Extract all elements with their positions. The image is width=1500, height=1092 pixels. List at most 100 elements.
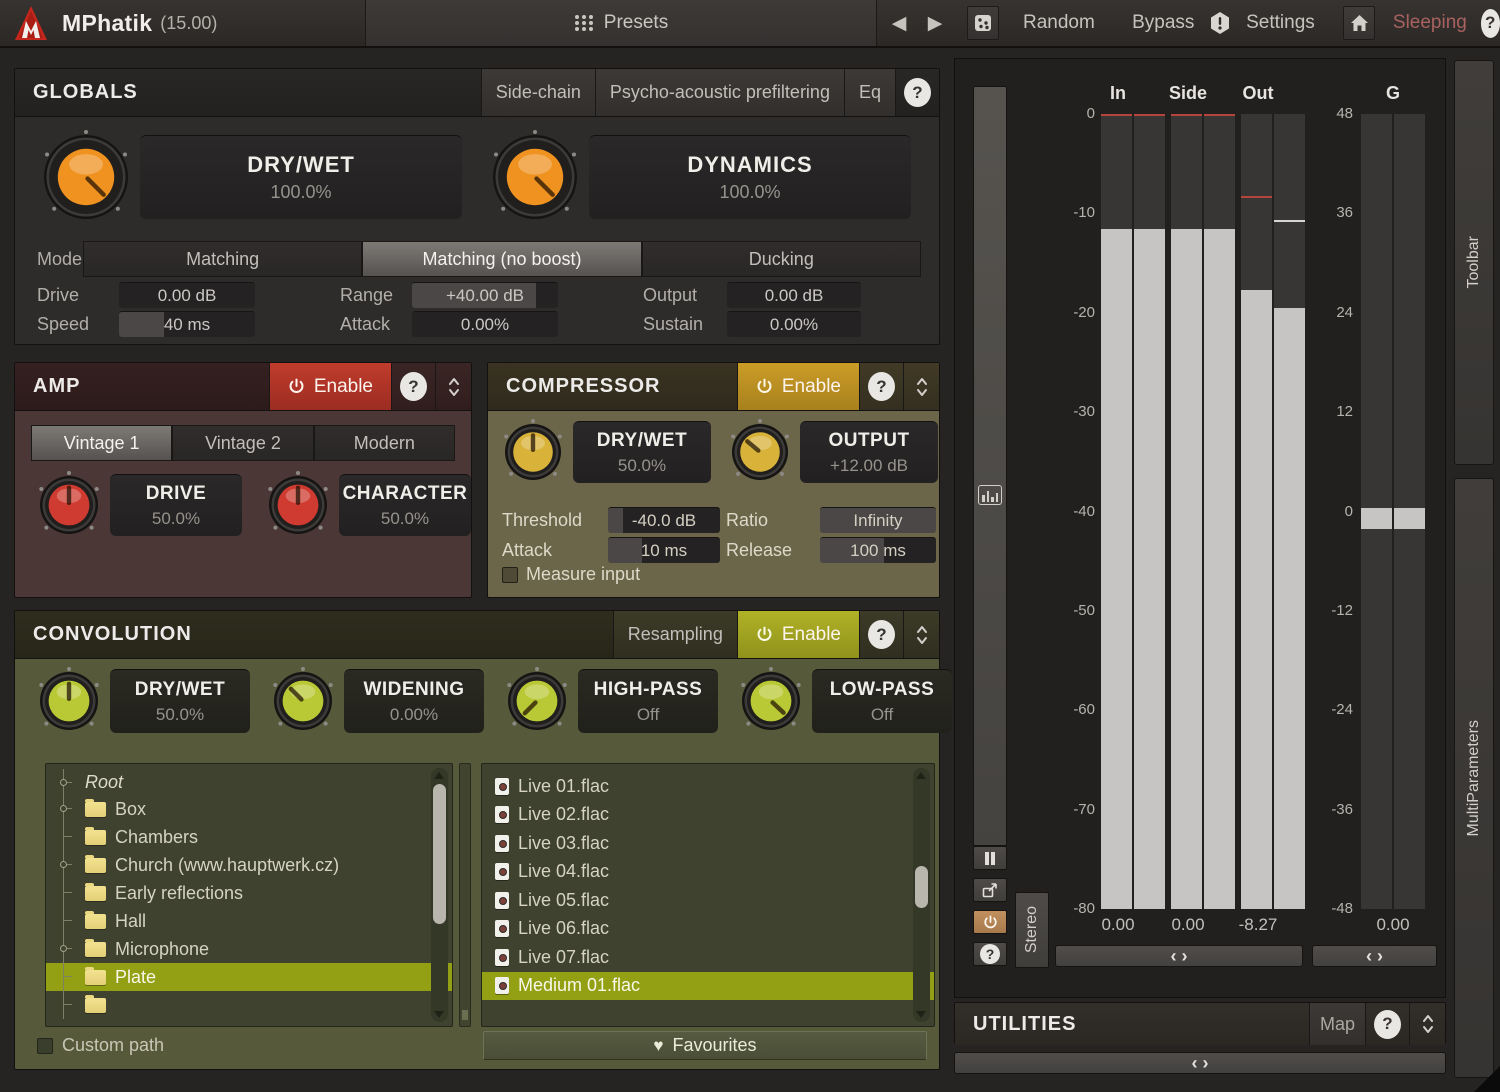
- knob[interactable]: [488, 130, 582, 224]
- tree-item-root[interactable]: Root: [46, 769, 452, 795]
- meter-zoom-slider[interactable]: [973, 86, 1007, 846]
- presets-button[interactable]: Presets: [365, 0, 877, 46]
- tree-item[interactable]: Hall: [46, 907, 452, 935]
- knob[interactable]: [500, 419, 566, 485]
- gain-hscrollbar[interactable]: ‹ ›: [1312, 945, 1437, 967]
- param-drive-input[interactable]: 0.00 dB: [119, 282, 255, 308]
- tree-item[interactable]: Plate: [46, 963, 452, 991]
- mode-option[interactable]: Ducking: [641, 241, 921, 277]
- help-icon[interactable]: ?: [1480, 8, 1500, 38]
- amp-tab-vintage-1[interactable]: Vintage 1: [31, 425, 173, 461]
- tree-scrollbar[interactable]: [431, 768, 448, 1022]
- knob[interactable]: [503, 667, 571, 735]
- file-item[interactable]: Live 01.flac: [482, 772, 934, 801]
- knob-value-box[interactable]: DYNAMICS 100.0%: [589, 135, 911, 219]
- random-button[interactable]: Random: [1021, 6, 1097, 40]
- param-ratio-input[interactable]: Infinity: [820, 507, 936, 533]
- knob-value-box[interactable]: HIGH-PASS Off: [578, 669, 718, 733]
- globals-tab-side-chain[interactable]: Side-chain: [480, 69, 595, 116]
- file-item[interactable]: Live 03.flac: [482, 829, 934, 858]
- param-release-input[interactable]: 100 ms: [820, 537, 936, 563]
- param-output-input[interactable]: 0.00 dB: [727, 282, 861, 308]
- file-item[interactable]: Live 06.flac: [482, 915, 934, 944]
- utilities-hscrollbar[interactable]: ‹ ›: [954, 1052, 1446, 1074]
- file-item[interactable]: Live 07.flac: [482, 943, 934, 972]
- warning-icon[interactable]: [1204, 6, 1236, 40]
- compressor-collapse-button[interactable]: [903, 363, 939, 410]
- knob-value-box[interactable]: OUTPUT +12.00 dB: [800, 421, 938, 483]
- knob[interactable]: [269, 667, 337, 735]
- utilities-collapse-button[interactable]: [1409, 1003, 1445, 1045]
- file-item[interactable]: Medium 01.flac: [482, 971, 934, 1000]
- meter-help-button[interactable]: ?: [973, 942, 1007, 966]
- pause-button[interactable]: [973, 846, 1007, 870]
- knob[interactable]: [727, 419, 793, 485]
- param-range-input[interactable]: +40.00 dB: [412, 282, 558, 308]
- convolution-collapse-button[interactable]: [903, 611, 939, 658]
- amp-enable-button[interactable]: Enable: [268, 363, 391, 410]
- file-item[interactable]: Live 04.flac: [482, 858, 934, 887]
- param-threshold-input[interactable]: -40.0 dB: [608, 507, 720, 533]
- popout-button[interactable]: [973, 878, 1007, 902]
- globals-help-button[interactable]: ?: [895, 69, 939, 116]
- compressor-enable-button[interactable]: Enable: [736, 363, 859, 410]
- toolbar-collapsed-strip[interactable]: Toolbar: [1454, 60, 1494, 465]
- knob-value-box[interactable]: DRY/WET 50.0%: [573, 421, 711, 483]
- amp-tab-vintage-2[interactable]: Vintage 2: [172, 425, 314, 461]
- settings-button[interactable]: Settings: [1244, 6, 1318, 40]
- param-attack-input[interactable]: 0.00%: [412, 311, 558, 337]
- dice-icon[interactable]: [967, 6, 999, 40]
- tree-item-clipped[interactable]: [46, 991, 452, 1019]
- param-speed-input[interactable]: 40 ms: [119, 311, 255, 337]
- knob[interactable]: [39, 130, 133, 224]
- convolution-enable-button[interactable]: Enable: [736, 611, 859, 658]
- tree-item[interactable]: Microphone: [46, 935, 452, 963]
- amp-help-button[interactable]: ?: [391, 363, 435, 410]
- custom-path-toggle[interactable]: Custom path: [37, 1035, 164, 1056]
- knob[interactable]: [737, 667, 805, 735]
- globals-tab-psycho-acoustic-prefiltering[interactable]: Psycho-acoustic prefiltering: [594, 69, 844, 116]
- tree-item[interactable]: Church (www.hauptwerk.cz): [46, 851, 452, 879]
- stereo-mode-button[interactable]: Stereo: [1015, 892, 1049, 968]
- knob[interactable]: [264, 471, 332, 539]
- sleeping-indicator[interactable]: Sleeping: [1391, 6, 1468, 40]
- param-sustain-input[interactable]: 0.00%: [727, 311, 861, 337]
- knob-value-box[interactable]: DRIVE 50.0%: [110, 474, 242, 536]
- knob-value-box[interactable]: LOW-PASS Off: [812, 669, 952, 733]
- mode-option[interactable]: Matching: [83, 241, 363, 277]
- amp-tab-modern[interactable]: Modern: [313, 425, 455, 461]
- tree-item[interactable]: Box: [46, 795, 452, 823]
- convolution-help-button[interactable]: ?: [859, 611, 903, 658]
- measure-input-checkbox[interactable]: [502, 566, 518, 583]
- globals-tab-eq[interactable]: Eq: [843, 69, 895, 116]
- file-scrollbar-thumb[interactable]: [915, 866, 928, 908]
- knob-value-box[interactable]: CHARACTER 50.0%: [339, 474, 471, 536]
- multiparameters-collapsed-strip[interactable]: MultiParameters: [1454, 478, 1494, 1078]
- knob[interactable]: [35, 667, 103, 735]
- tree-item[interactable]: Early reflections: [46, 879, 452, 907]
- resize-grip[interactable]: [1474, 1066, 1500, 1092]
- measure-input-toggle[interactable]: Measure input: [502, 564, 640, 585]
- home-icon[interactable]: [1343, 6, 1376, 40]
- knob-value-box[interactable]: DRY/WET 50.0%: [110, 669, 250, 733]
- next-preset-button[interactable]: ▶: [919, 6, 951, 40]
- meter-power-button[interactable]: [973, 910, 1007, 934]
- resampling-button[interactable]: Resampling: [612, 611, 737, 658]
- amp-collapse-button[interactable]: [435, 363, 471, 410]
- bypass-button[interactable]: Bypass: [1129, 6, 1198, 40]
- file-scrollbar[interactable]: [913, 768, 930, 1022]
- file-item[interactable]: Live 02.flac: [482, 801, 934, 830]
- utilities-help-button[interactable]: ?: [1365, 1003, 1409, 1045]
- param-attack-input[interactable]: 10 ms: [608, 537, 720, 563]
- custom-path-checkbox[interactable]: [37, 1037, 53, 1054]
- map-button[interactable]: Map: [1308, 1003, 1365, 1045]
- previous-preset-button[interactable]: ◀: [883, 6, 915, 40]
- tree-scrollbar-thumb[interactable]: [433, 784, 446, 924]
- knob-value-box[interactable]: DRY/WET 100.0%: [140, 135, 462, 219]
- file-item[interactable]: Live 05.flac: [482, 886, 934, 915]
- mode-option[interactable]: Matching (no boost): [362, 241, 642, 277]
- meter-hscrollbar[interactable]: ‹ ›: [1055, 945, 1303, 967]
- tree-item[interactable]: Chambers: [46, 823, 452, 851]
- knob-value-box[interactable]: WIDENING 0.00%: [344, 669, 484, 733]
- favourites-button[interactable]: ♥ Favourites: [483, 1031, 927, 1060]
